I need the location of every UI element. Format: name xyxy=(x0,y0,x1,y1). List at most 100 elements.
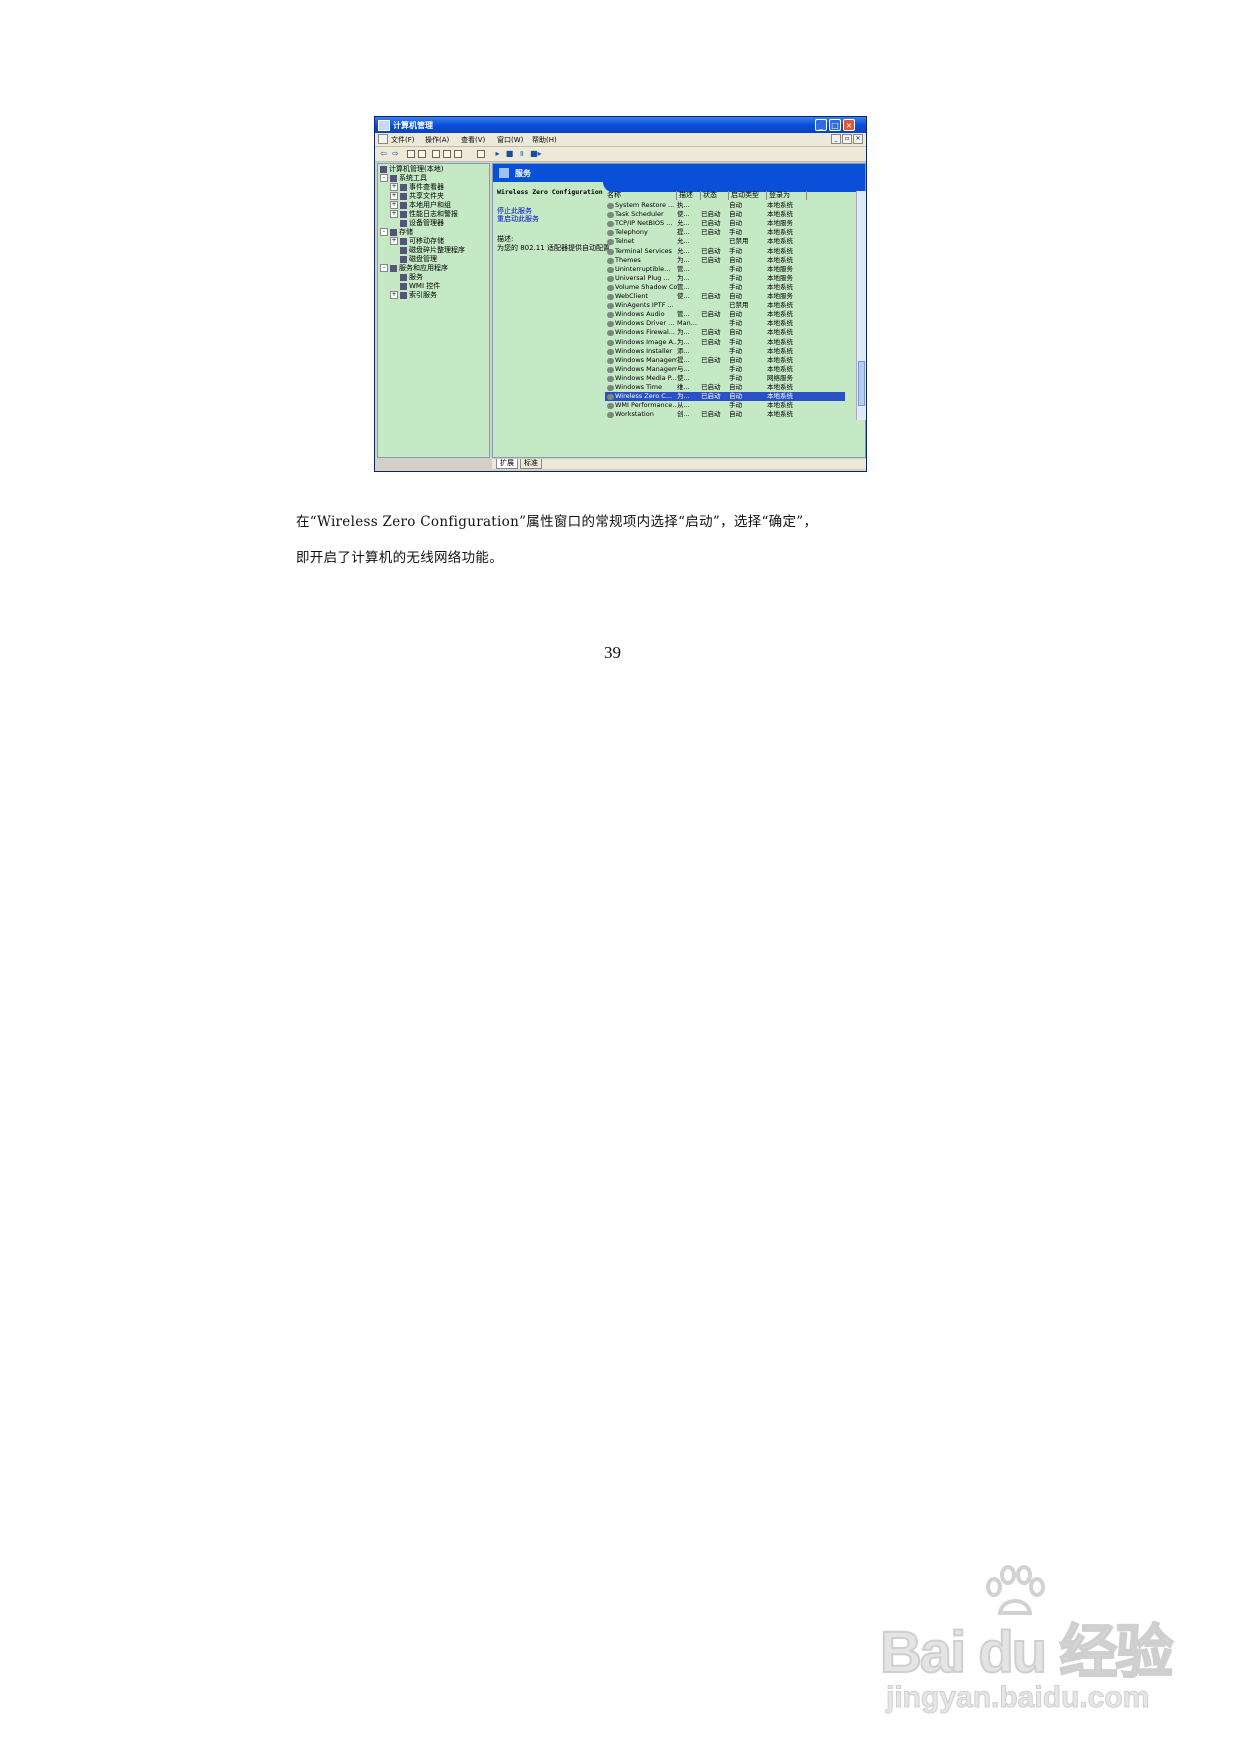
table-row[interactable]: Wireless Zero C... 为... 已启动 自动 本地系统 xyxy=(605,392,845,402)
menu-view[interactable]: 查看(V) xyxy=(461,135,485,145)
mdi-minimize-icon[interactable]: _ xyxy=(831,134,841,144)
collapse-icon[interactable]: - xyxy=(380,174,388,182)
table-row[interactable]: Windows Time 维... 已启动 自动 本地系统 xyxy=(605,383,845,392)
tree-item-shared-folders[interactable]: + 共享文件夹 xyxy=(390,192,444,201)
indexing-icon xyxy=(400,291,407,299)
column-header-description[interactable]: 描述 xyxy=(677,191,701,200)
table-row[interactable]: System Restore ... 执... 自动 本地系统 xyxy=(605,201,845,210)
table-row[interactable]: Windows Media P... 使... 手动 网络服务 xyxy=(605,374,845,383)
restart-service-icon[interactable]: ■▸ xyxy=(530,149,542,158)
menu-action[interactable]: 操作(A) xyxy=(425,135,449,145)
stop-service-icon[interactable]: ■ xyxy=(505,149,514,158)
tree-item-services-apps[interactable]: - 服务和应用程序 xyxy=(380,264,448,273)
tree-item-indexing[interactable]: + 索引服务 xyxy=(390,291,437,300)
table-row[interactable]: Universal Plug ... 为... 手动 本地服务 xyxy=(605,274,845,283)
minimize-button[interactable]: _ xyxy=(815,119,827,131)
mdi-close-icon[interactable]: × xyxy=(853,134,863,144)
table-row[interactable]: WMI Performance... 从... 手动 本地系统 xyxy=(605,401,845,410)
table-row[interactable]: Volume Shadow Copy管... 手动 本地系统 xyxy=(605,283,845,292)
up-folder-icon[interactable] xyxy=(407,150,415,158)
services-title: 服务 xyxy=(515,169,531,178)
tree-item-performance-logs[interactable]: + 性能日志和警报 xyxy=(390,210,458,219)
menu-help[interactable]: 帮助(H) xyxy=(532,135,557,145)
expand-icon[interactable]: + xyxy=(390,210,398,218)
computer-management-window: 计算机管理 _ □ × 文件(F) 操作(A) 查看(V) 窗口(W) 帮助(H… xyxy=(374,116,867,472)
table-row[interactable]: Terminal Services 允... 已启动 手动 本地系统 xyxy=(605,247,845,256)
table-row[interactable]: Windows Managem...提... 已启动自动 本地系统 xyxy=(605,356,845,365)
back-arrow-icon[interactable]: ⇦ xyxy=(379,149,388,158)
tree-item-services[interactable]: 服务 xyxy=(400,273,423,282)
table-row[interactable]: WinAgents IPTF ... 已禁用 本地系统 xyxy=(605,301,845,310)
table-row[interactable]: Windows Managem...与... 手动 本地系统 xyxy=(605,365,845,374)
table-row[interactable]: Windows Driver ... Man... 手动 本地系统 xyxy=(605,319,845,328)
table-row[interactable]: TCP/IP NetBIOS ... 允... 已启动 自动 本地服务 xyxy=(605,219,845,228)
collapse-icon[interactable]: - xyxy=(380,228,388,236)
column-header-status[interactable]: 状态 xyxy=(701,191,729,200)
expand-icon[interactable]: + xyxy=(390,291,398,299)
table-row[interactable]: Windows Installer 添... 手动 本地系统 xyxy=(605,347,845,356)
collapse-icon[interactable]: - xyxy=(380,264,388,272)
properties-icon[interactable] xyxy=(443,150,451,158)
expand-icon[interactable]: + xyxy=(390,192,398,200)
start-service-icon[interactable]: ▸ xyxy=(493,149,502,158)
pause-service-icon[interactable]: ॥ xyxy=(517,149,526,158)
tab-extended[interactable]: 扩展 xyxy=(496,459,518,469)
tree-item-root[interactable]: 计算机管理(本地) xyxy=(380,165,443,174)
vertical-scrollbar[interactable] xyxy=(856,191,866,420)
service-gear-icon xyxy=(607,212,614,219)
cell-description: 管... xyxy=(677,282,690,291)
tree-item-defrag[interactable]: 磁盘碎片整理程序 xyxy=(400,246,465,255)
table-row[interactable]: Windows Image A... 为... 已启动 手动 本地系统 xyxy=(605,338,845,347)
services-apps-icon xyxy=(390,264,397,272)
table-row[interactable]: Workstation 创... 已启动 自动 本地系统 xyxy=(605,410,845,419)
table-row[interactable]: WebClient 使... 已启动 自动 本地服务 xyxy=(605,292,845,301)
refresh-icon[interactable] xyxy=(477,150,485,158)
restart-service-link[interactable]: 重启动此服务 xyxy=(497,214,539,224)
tree-item-device-manager[interactable]: 设备管理器 xyxy=(400,219,444,228)
help-icon[interactable] xyxy=(454,150,462,158)
cell-name: TCP/IP NetBIOS ... xyxy=(615,219,673,228)
description-text: 为您的 802.11 适配器提供自动配置 xyxy=(497,244,610,252)
forward-arrow-icon[interactable]: ⇨ xyxy=(391,149,400,158)
expand-icon[interactable]: + xyxy=(390,183,398,191)
cell-startup-type: 自动 xyxy=(729,355,742,364)
tree-item-storage[interactable]: - 存储 xyxy=(380,228,413,237)
table-row[interactable]: Telnet 允... 已禁用 本地系统 xyxy=(605,237,845,246)
close-button[interactable]: × xyxy=(843,119,855,131)
cell-startup-type: 自动 xyxy=(729,201,742,209)
service-detail: Wireless Zero Configuration 停止此服务 重启动此服务… xyxy=(497,188,610,288)
tree-item-system-tools[interactable]: - 系统工具 xyxy=(380,174,427,183)
tree-label: 计算机管理(本地) xyxy=(389,165,444,173)
tree-item-removable-storage[interactable]: + 可移动存储 xyxy=(390,237,444,246)
tab-standard[interactable]: 标准 xyxy=(520,459,542,469)
tree-item-local-users[interactable]: + 本地用户和组 xyxy=(390,201,451,210)
table-row[interactable]: Task Scheduler 使... 已启动 自动 本地系统 xyxy=(605,210,845,219)
expand-icon[interactable]: + xyxy=(390,201,398,209)
column-header-startup-type[interactable]: 启动类型 xyxy=(729,191,767,200)
show-tree-icon[interactable] xyxy=(418,150,426,158)
cell-name: Windows Audio xyxy=(615,310,665,319)
cell-name: Themes xyxy=(615,255,641,264)
cell-logon-as: 本地系统 xyxy=(767,237,793,246)
scrollbar-thumb[interactable] xyxy=(858,361,865,406)
cell-logon-as: 本地系统 xyxy=(767,301,793,310)
table-row[interactable]: Uninterruptible... 管... 手动 本地服务 xyxy=(605,265,845,274)
menu-file[interactable]: 文件(F) xyxy=(391,135,415,145)
cell-name: WebClient xyxy=(615,292,648,300)
tree-item-wmi[interactable]: WMI 控件 xyxy=(400,282,440,291)
cell-name: Windows Firewal... xyxy=(615,328,675,337)
menu-window[interactable]: 窗口(W) xyxy=(497,135,523,145)
column-header-name[interactable]: 名称 xyxy=(605,191,677,200)
mdi-restore-icon[interactable]: ▫ xyxy=(842,134,852,144)
table-row[interactable]: Windows Audio 管... 已启动 自动 本地系统 xyxy=(605,310,845,319)
maximize-button[interactable]: □ xyxy=(829,119,841,131)
table-row[interactable]: Windows Firewal... 为... 已启动 自动 本地系统 xyxy=(605,328,845,337)
export-list-icon[interactable] xyxy=(432,150,440,158)
window-menu-icon[interactable] xyxy=(378,134,388,144)
expand-icon[interactable]: + xyxy=(390,237,398,245)
tree-item-disk-management[interactable]: 磁盘管理 xyxy=(400,255,437,264)
tree-item-event-viewer[interactable]: + 事件查看器 xyxy=(390,183,444,192)
column-header-logon-as[interactable]: 登录为 xyxy=(767,191,807,200)
table-row[interactable]: Themes 为... 已启动 自动 本地系统 xyxy=(605,256,845,265)
table-row[interactable]: Telephony 提... 已启动 手动 本地系统 xyxy=(605,228,845,237)
